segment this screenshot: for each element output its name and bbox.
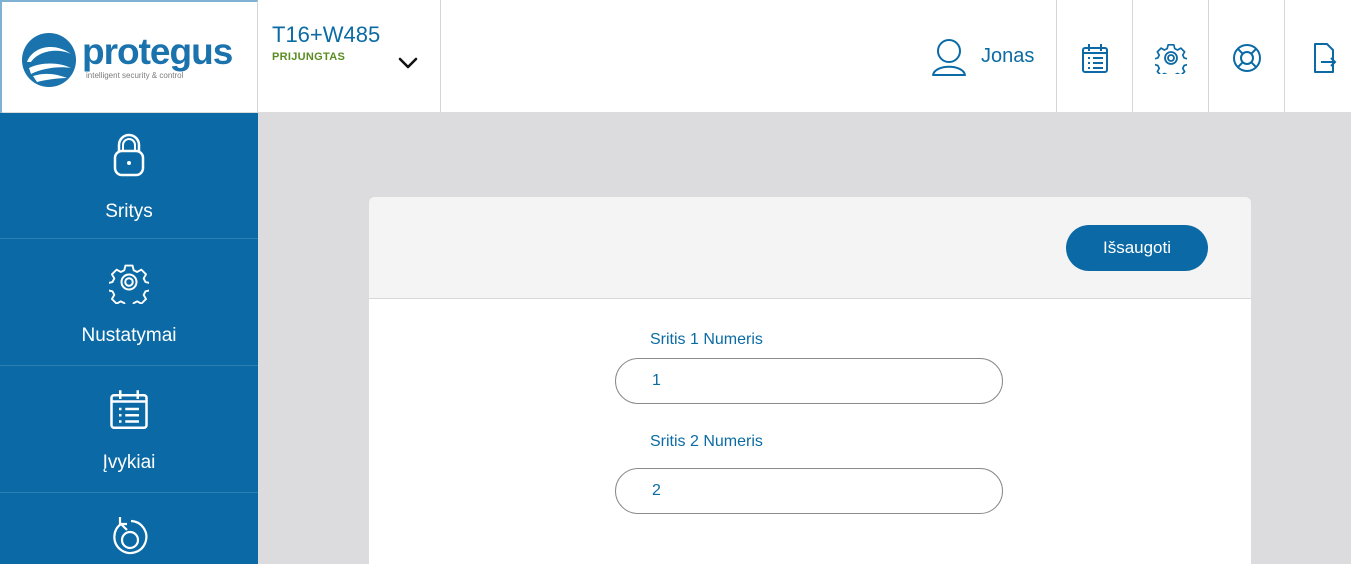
card-header: Išsaugoti (369, 197, 1251, 299)
settings-button[interactable] (1133, 0, 1209, 113)
sidebar-item-ivykiai[interactable]: Įvykiai (0, 367, 258, 493)
sidebar: Sritys Nustatymai Įvykiai (0, 113, 258, 564)
sidebar-item-nustatymai[interactable]: Nustatymai (0, 240, 258, 366)
user-icon (932, 39, 966, 76)
sidebar-item-label: Nustatymai (81, 325, 177, 346)
field-label: Sritis 2 Numeris (650, 433, 763, 450)
lock-icon (113, 133, 145, 177)
events-button[interactable] (1057, 0, 1133, 113)
help-lifebuoy-icon (1233, 44, 1261, 72)
sidebar-item-sritys[interactable]: Sritys (0, 113, 258, 239)
brand-name: protegus (82, 31, 233, 72)
settings-gear-icon (1155, 43, 1187, 74)
help-button[interactable] (1209, 0, 1285, 113)
sidebar-item-label: Sritys (105, 201, 153, 222)
gear-icon (109, 264, 149, 304)
protegus-logo-icon (22, 33, 76, 87)
events-calendar-icon (1082, 44, 1108, 73)
user-menu[interactable]: Jonas (917, 0, 1057, 113)
device-status: PRIJUNGTAS (272, 51, 346, 63)
save-button[interactable]: Išsaugoti (1066, 225, 1208, 271)
chevron-down-icon (398, 57, 418, 69)
field-label: Sritis 1 Numeris (650, 331, 763, 348)
settings-card: Išsaugoti Sritis 1 Numeris Sritis 2 Nume… (369, 197, 1251, 564)
sritis-2-number-input[interactable] (615, 468, 1003, 514)
sritis-1-number-input[interactable] (615, 358, 1003, 404)
brand-logo[interactable]: protegus intelligent security & control (0, 0, 258, 113)
logout-icon (1314, 43, 1337, 73)
calendar-list-icon (110, 390, 148, 429)
top-bar: protegus intelligent security & control … (0, 0, 1351, 113)
sidebar-item-label: Įvykiai (102, 452, 156, 473)
device-name: T16+W485 (272, 22, 381, 47)
logout-button[interactable] (1285, 0, 1351, 113)
user-name: Jonas (981, 45, 1035, 67)
sidebar-item-rotate[interactable] (0, 494, 258, 564)
rotate-icon (113, 517, 148, 555)
main-content: Išsaugoti Sritis 1 Numeris Sritis 2 Nume… (258, 113, 1351, 564)
device-selector[interactable]: T16+W485 PRIJUNGTAS (258, 0, 441, 113)
brand-tagline: intelligent security & control (86, 71, 184, 80)
